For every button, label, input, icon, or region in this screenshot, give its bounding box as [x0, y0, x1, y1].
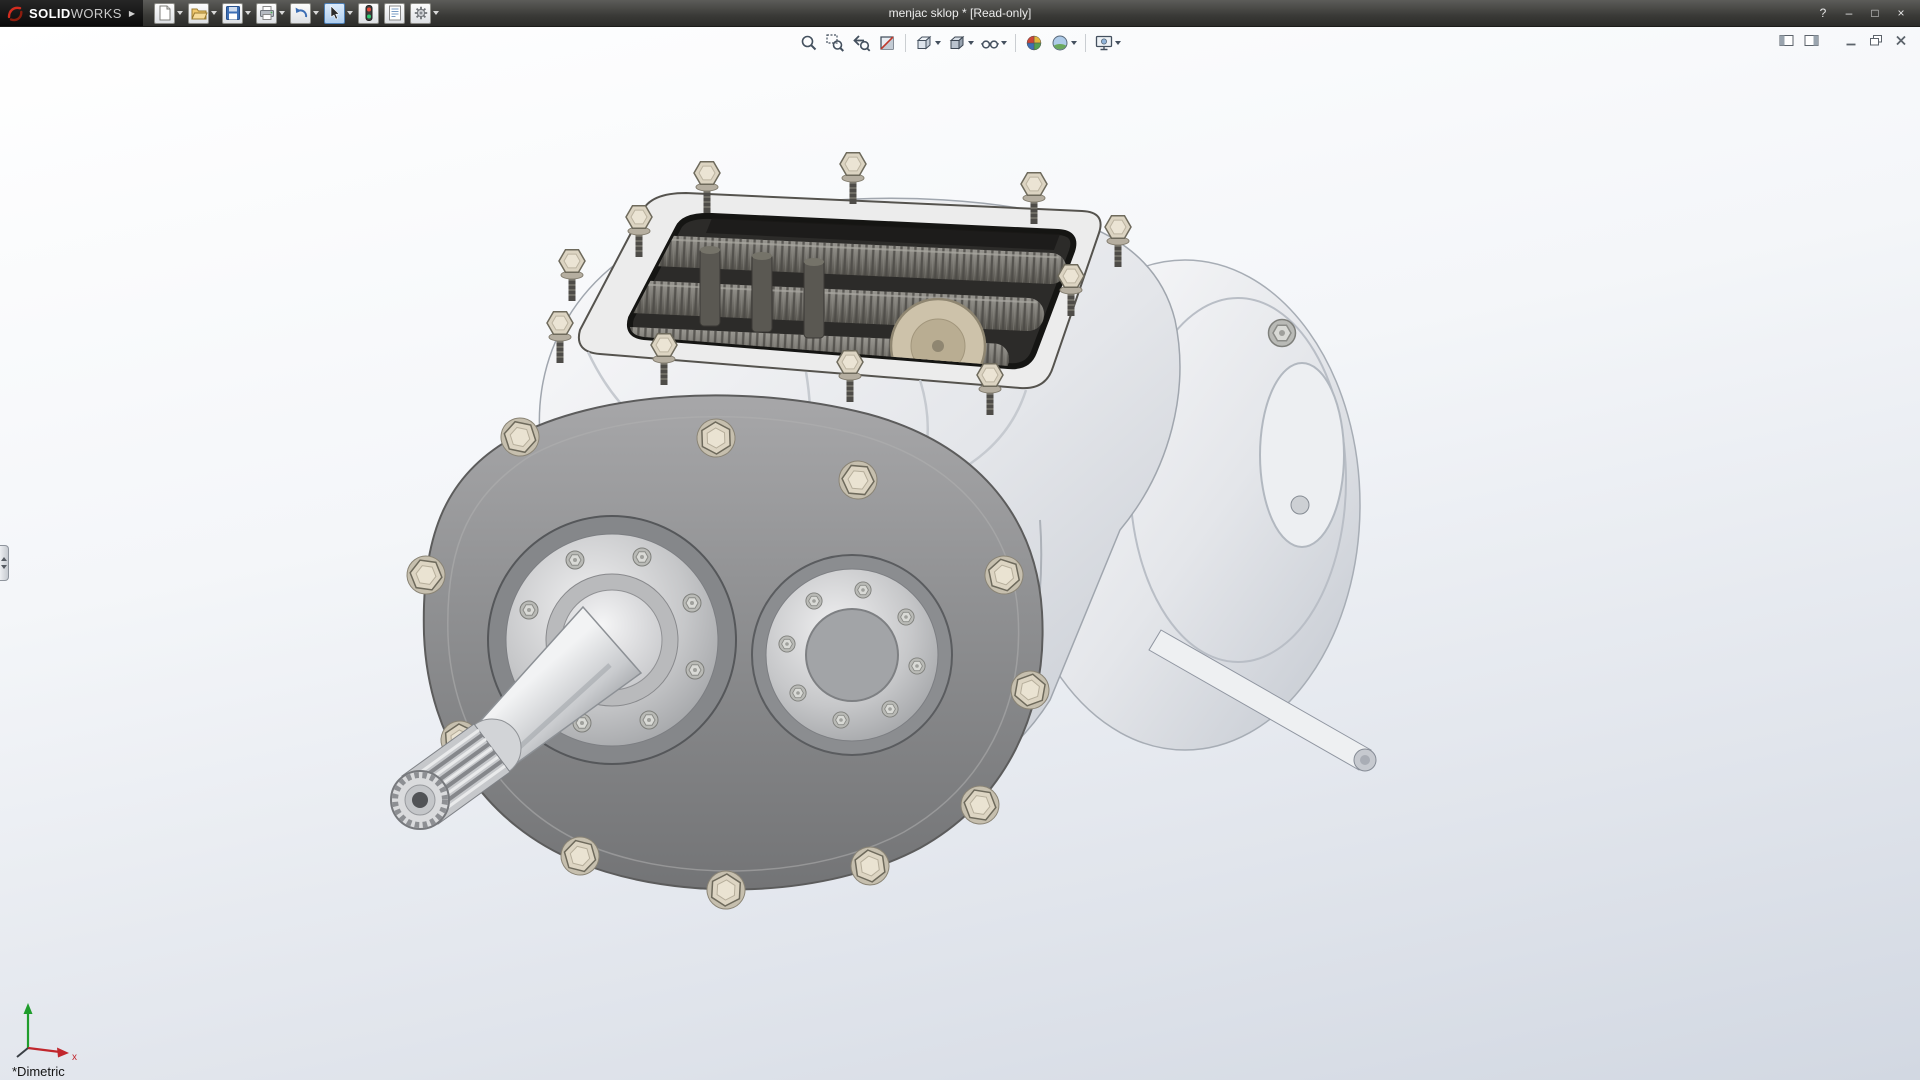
- zoom-to-fit-button[interactable]: [797, 31, 821, 55]
- x-axis-arrow: [57, 1047, 69, 1058]
- view-orientation-cube-icon: [916, 35, 932, 50]
- splitter-down-arrow-icon: [1, 565, 7, 569]
- save-floppy-icon: [222, 2, 244, 24]
- new-document-icon: [154, 2, 176, 24]
- output-cover-boss[interactable]: [751, 554, 953, 756]
- rebuild-stoplight-icon: [358, 2, 380, 24]
- options-gear-icon: [410, 2, 432, 24]
- reference-triad: x: [16, 1003, 77, 1063]
- main-toolbar: [143, 2, 450, 25]
- section-view-button[interactable]: [875, 31, 899, 55]
- view-settings-icon: [1095, 35, 1113, 51]
- graphics-viewport[interactable]: x *Dimetric: [0, 27, 1920, 1080]
- view-orientation-label: *Dimetric: [12, 1064, 65, 1079]
- save-dropdown-icon[interactable]: [245, 11, 252, 15]
- zoom-to-area-icon: [826, 34, 845, 52]
- print-dropdown-icon[interactable]: [279, 11, 286, 15]
- solidworks-logo: SOLIDWORKS ▶: [0, 0, 144, 26]
- display-pane-toggle-button[interactable]: [1802, 33, 1820, 48]
- display-style-icon: [949, 35, 965, 50]
- open-dropdown-icon[interactable]: [211, 11, 218, 15]
- solidworks-wordmark: SOLIDWORKS: [29, 5, 122, 21]
- toolbar-separator: [905, 34, 906, 52]
- y-axis-arrow: [23, 1003, 33, 1014]
- doc-restore-icon: [1870, 35, 1882, 46]
- section-view-icon: [880, 36, 894, 50]
- hide-show-items-icon: [980, 40, 1000, 49]
- x-axis-label: x: [72, 1052, 77, 1063]
- document-window-controls: [1777, 33, 1910, 48]
- display-pane-toggle-icon: [1804, 35, 1818, 46]
- display-style-button[interactable]: [945, 31, 976, 55]
- options-button[interactable]: [409, 2, 440, 25]
- undo-icon: [290, 2, 312, 24]
- select-dropdown-icon[interactable]: [347, 11, 354, 15]
- logo-expand-arrow-icon[interactable]: ▶: [129, 9, 135, 18]
- file-properties-button[interactable]: [383, 2, 406, 25]
- titlebar: SOLIDWORKS ▶ menjac sklop * [Read-only] …: [0, 0, 1920, 27]
- edit-appearance-icon: [1026, 35, 1042, 51]
- view-settings-dropdown-icon[interactable]: [1115, 41, 1121, 45]
- save-button[interactable]: [221, 2, 252, 25]
- undo-dropdown-icon[interactable]: [313, 11, 320, 15]
- doc-minimize-button[interactable]: [1842, 33, 1860, 48]
- feature-tree-splitter-handle[interactable]: [0, 545, 9, 581]
- feature-pane-toggle-button[interactable]: [1777, 33, 1795, 48]
- gearbox-model[interactable]: [0, 27, 1920, 1080]
- toolbar-separator: [1015, 34, 1016, 52]
- heads-up-view-toolbar: [797, 31, 1123, 55]
- help-button[interactable]: ?: [1812, 4, 1834, 23]
- print-button[interactable]: [255, 2, 286, 25]
- new-document-dropdown-icon[interactable]: [177, 11, 184, 15]
- view-orientation-button[interactable]: [912, 31, 943, 55]
- previous-view-icon: [853, 35, 871, 52]
- open-button[interactable]: [187, 2, 218, 25]
- minimize-button[interactable]: –: [1838, 4, 1860, 23]
- maximize-button[interactable]: □: [1864, 4, 1886, 23]
- doc-close-icon: [1896, 35, 1906, 46]
- splitter-up-arrow-icon: [1, 557, 7, 561]
- view-orientation-dropdown-icon[interactable]: [935, 41, 941, 45]
- apply-scene-button[interactable]: [1048, 31, 1079, 55]
- open-folder-icon: [188, 2, 210, 24]
- toolbar-separator: [1085, 34, 1086, 52]
- select-cursor-icon: [324, 2, 346, 24]
- window-controls: ? – □ ×: [1812, 4, 1920, 23]
- apply-scene-icon: [1052, 35, 1068, 51]
- select-tool-button[interactable]: [323, 2, 354, 25]
- new-document-button[interactable]: [153, 2, 184, 25]
- previous-view-button[interactable]: [849, 31, 873, 55]
- doc-restore-button[interactable]: [1867, 33, 1885, 48]
- feature-pane-toggle-icon: [1779, 35, 1793, 46]
- doc-minimize-icon: [1846, 43, 1856, 46]
- zoom-to-area-button[interactable]: [823, 31, 847, 55]
- print-icon: [256, 2, 278, 24]
- zoom-to-fit-icon: [801, 35, 817, 51]
- hide-show-dropdown-icon[interactable]: [1001, 41, 1007, 45]
- solidworks-logo-icon: [7, 6, 23, 22]
- edit-appearance-button[interactable]: [1022, 31, 1046, 55]
- file-properties-icon: [384, 2, 406, 24]
- doc-close-button[interactable]: [1892, 33, 1910, 48]
- undo-button[interactable]: [289, 2, 320, 25]
- hide-show-items-button[interactable]: [978, 31, 1009, 55]
- rebuild-button[interactable]: [357, 2, 380, 25]
- apply-scene-dropdown-icon[interactable]: [1071, 41, 1077, 45]
- close-button[interactable]: ×: [1890, 4, 1912, 23]
- options-dropdown-icon[interactable]: [433, 11, 440, 15]
- view-settings-button[interactable]: [1092, 31, 1123, 55]
- display-style-dropdown-icon[interactable]: [968, 41, 974, 45]
